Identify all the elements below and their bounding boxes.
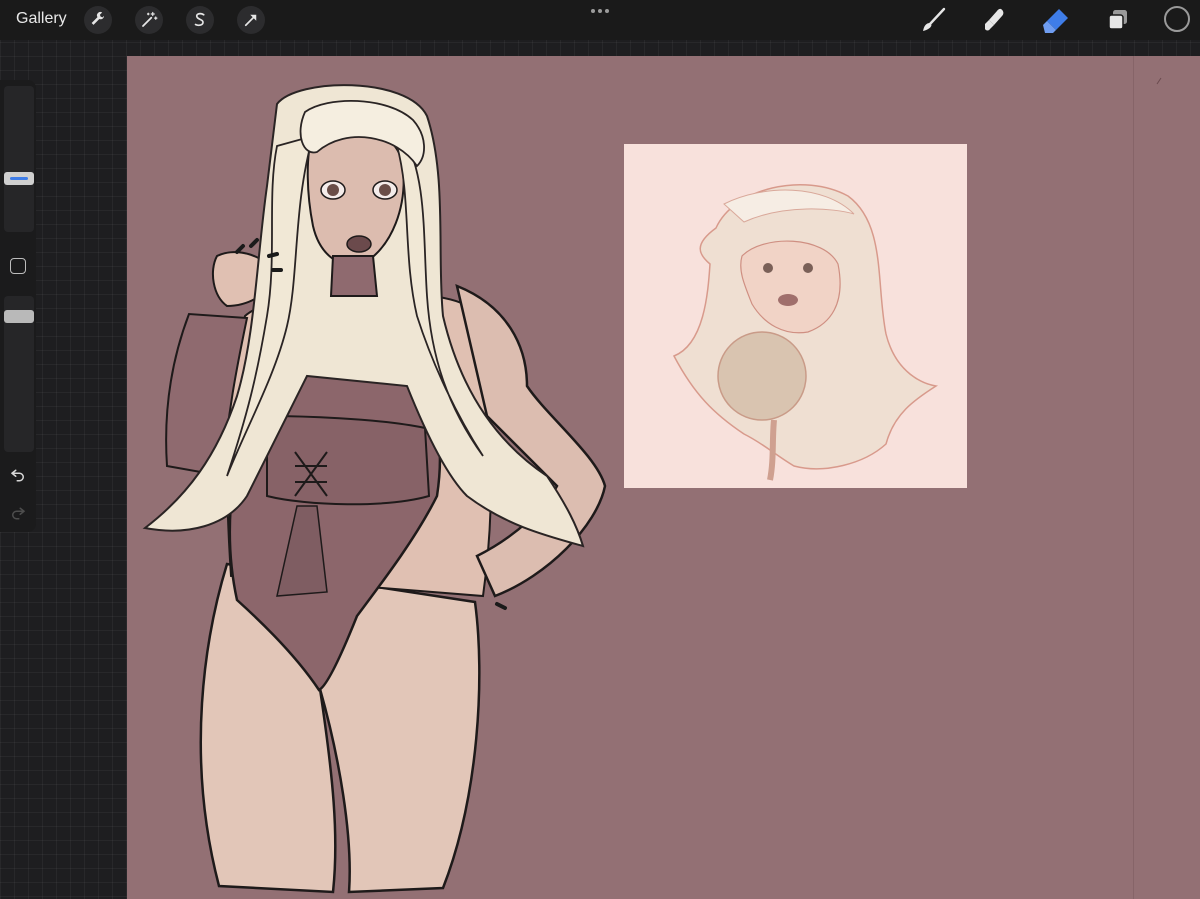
selection-s-icon	[194, 12, 205, 27]
adjustments-wand-button[interactable]	[135, 6, 163, 34]
side-toolbar	[0, 80, 36, 532]
color-picker-swatch[interactable]	[1164, 6, 1190, 32]
eraser-tool-button[interactable]	[1040, 4, 1072, 36]
top-toolbar: Gallery	[0, 0, 1200, 40]
redo-button[interactable]	[8, 502, 28, 522]
brush-icon	[923, 7, 946, 31]
brush-size-slider[interactable]	[4, 86, 34, 232]
gallery-button[interactable]: Gallery	[16, 10, 67, 28]
magic-wand-icon	[142, 11, 158, 27]
actions-wrench-button[interactable]	[84, 6, 112, 34]
wrench-icon	[91, 11, 105, 25]
smudge-tool-button[interactable]	[978, 4, 1010, 36]
stray-stroke	[1156, 77, 1162, 85]
layers-button[interactable]	[1102, 4, 1134, 36]
more-options-button[interactable]	[588, 4, 612, 18]
opacity-thumb[interactable]	[4, 309, 34, 323]
layers-icon	[1108, 10, 1127, 30]
ellipsis-icon	[591, 9, 609, 13]
undo-icon	[11, 469, 24, 482]
undo-button[interactable]	[8, 464, 28, 484]
reference-image[interactable]	[624, 144, 967, 488]
canvas-edge-line	[1133, 56, 1134, 899]
transform-button[interactable]	[237, 6, 265, 34]
reference-portrait	[672, 183, 939, 481]
eraser-icon	[1043, 9, 1068, 33]
transform-arrow-icon	[244, 14, 257, 27]
redo-icon	[12, 507, 25, 520]
modify-square-button[interactable]	[10, 258, 26, 274]
drawing-canvas[interactable]	[127, 56, 1200, 899]
brush-tool-button[interactable]	[918, 4, 950, 36]
selection-button[interactable]	[186, 6, 214, 34]
brush-size-indicator	[10, 177, 28, 181]
character-illustration	[142, 84, 607, 894]
brush-size-thumb[interactable]	[4, 172, 34, 186]
smudge-icon	[985, 8, 1004, 31]
